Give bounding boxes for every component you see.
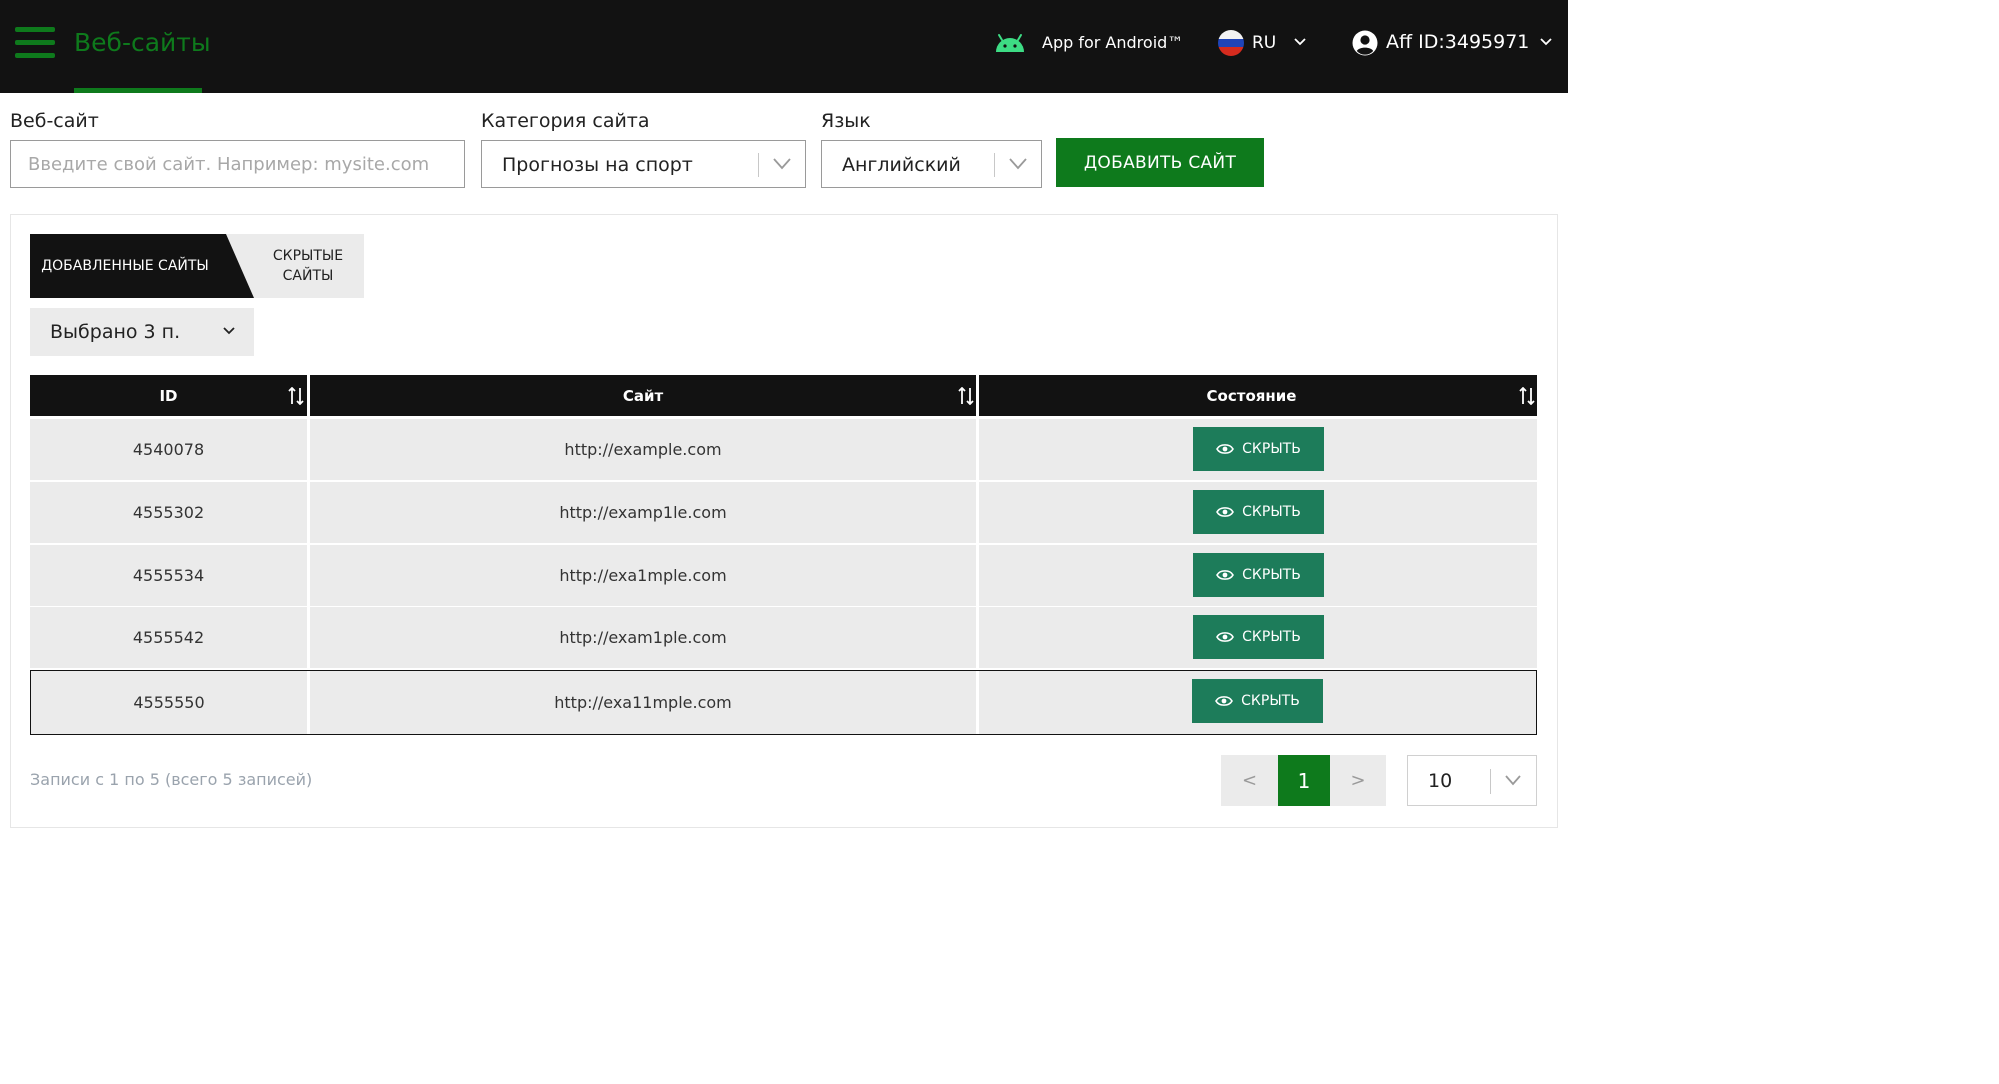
hide-button-label: СКРЫТЬ — [1241, 693, 1300, 709]
cell-id: 4540078 — [132, 440, 205, 459]
chevron-down-icon[interactable] — [1540, 38, 1552, 46]
hide-button-label: СКРЫТЬ — [1242, 504, 1301, 520]
column-selector[interactable]: Выбрано 3 п. — [30, 308, 254, 356]
eye-icon — [1216, 507, 1235, 517]
column-header-status[interactable]: Состояние — [979, 375, 1524, 416]
column-divider — [976, 671, 979, 734]
cell-site: http://exa11mple.com — [554, 693, 732, 712]
hide-site-button[interactable]: СКРЫТЬ — [1193, 615, 1324, 659]
website-label: Веб-сайт — [10, 110, 99, 132]
android-icon[interactable] — [994, 32, 1026, 54]
hide-site-button[interactable]: СКРЫТЬ — [1193, 553, 1324, 597]
cell-id: 4555542 — [132, 628, 205, 647]
chevron-down-icon[interactable] — [1505, 775, 1521, 786]
cell-site: http://examp1le.com — [559, 503, 727, 522]
sort-icon[interactable] — [1519, 387, 1535, 405]
table-row[interactable]: 4555302 http://examp1le.com СКРЫТЬ — [30, 482, 1537, 543]
next-page-button[interactable]: > — [1330, 755, 1386, 806]
site-tabs: ДОБАВЛЕННЫЕ САЙТЫ СКРЫТЫЕ САЙТЫ — [30, 234, 364, 298]
chevron-down-icon[interactable] — [1009, 158, 1027, 170]
eye-icon — [1216, 570, 1235, 580]
page-title: Веб-сайты — [74, 28, 211, 57]
table-row[interactable]: 4540078 http://example.com СКРЫТЬ — [30, 419, 1537, 480]
current-page-button[interactable]: 1 — [1278, 755, 1330, 806]
cell-id: 4555550 — [133, 693, 205, 712]
active-section-indicator — [74, 88, 202, 93]
column-header-id[interactable]: ID — [30, 375, 307, 416]
chevron-down-icon[interactable] — [1294, 38, 1306, 46]
hide-site-button[interactable]: СКРЫТЬ — [1193, 490, 1324, 534]
website-input[interactable] — [10, 140, 465, 188]
language-value: Английский — [842, 154, 961, 176]
sort-icon[interactable] — [958, 387, 974, 405]
add-site-button[interactable]: ДОБАВИТЬ САЙТ — [1056, 138, 1264, 187]
tab-added-sites[interactable]: ДОБАВЛЕННЫЕ САЙТЫ — [30, 234, 220, 298]
hide-site-button[interactable]: СКРЫТЬ — [1193, 427, 1324, 471]
column-divider — [976, 545, 979, 606]
language-label: Язык — [821, 110, 871, 132]
select-divider — [994, 153, 995, 177]
top-bar: Веб-сайты App for Android™ RU Aff ID:349… — [0, 0, 1568, 93]
per-page-select[interactable]: 10 — [1407, 755, 1537, 806]
prev-page-button[interactable]: < — [1221, 755, 1278, 806]
sort-icon[interactable] — [288, 387, 304, 405]
hide-button-label: СКРЫТЬ — [1242, 441, 1301, 457]
cell-site: http://exam1ple.com — [559, 628, 727, 647]
language-selector[interactable]: RU — [1252, 33, 1276, 53]
category-value: Прогнозы на спорт — [502, 154, 693, 176]
column-divider — [976, 419, 979, 480]
column-divider — [976, 607, 979, 668]
column-divider — [976, 482, 979, 543]
table-row[interactable]: 4555542 http://exam1ple.com СКРЫТЬ — [30, 607, 1537, 668]
select-divider — [758, 153, 759, 177]
cell-id: 4555534 — [132, 566, 205, 585]
hide-button-label: СКРЫТЬ — [1242, 629, 1301, 645]
eye-icon — [1215, 696, 1234, 706]
cell-site: http://example.com — [564, 440, 722, 459]
user-account-icon[interactable] — [1352, 30, 1378, 56]
android-app-link[interactable]: App for Android™ — [1042, 33, 1183, 52]
table-header: ID Сайт Состояние — [30, 375, 1537, 416]
hide-site-button[interactable]: СКРЫТЬ — [1192, 679, 1323, 723]
chevron-down-icon[interactable] — [773, 158, 791, 170]
chevron-down-icon[interactable] — [223, 327, 235, 335]
per-page-value: 10 — [1428, 770, 1453, 792]
hamburger-menu-icon[interactable] — [15, 27, 55, 59]
column-selector-value: Выбрано 3 п. — [50, 321, 181, 343]
category-select[interactable]: Прогнозы на спорт — [481, 140, 806, 188]
eye-icon — [1216, 444, 1235, 454]
records-info: Записи с 1 по 5 (всего 5 записей) — [30, 770, 313, 789]
cell-site: http://exa1mple.com — [559, 566, 727, 585]
category-label: Категория сайта — [481, 110, 650, 132]
language-select[interactable]: Английский — [821, 140, 1042, 188]
hide-button-label: СКРЫТЬ — [1242, 567, 1301, 583]
table-row[interactable]: 4555534 http://exa1mple.com СКРЫТЬ — [30, 545, 1537, 606]
column-header-site[interactable]: Сайт — [310, 375, 976, 416]
eye-icon — [1216, 632, 1235, 642]
russia-flag-icon[interactable] — [1218, 30, 1244, 56]
select-divider — [1490, 769, 1491, 794]
tab-hidden-sites[interactable]: СКРЫТЫЕ САЙТЫ — [252, 234, 364, 298]
affiliate-id[interactable]: Aff ID:3495971 — [1386, 31, 1529, 53]
cell-id: 4555302 — [132, 503, 205, 522]
table-row-selected[interactable]: 4555550 http://exa11mple.com СКРЫТЬ — [30, 670, 1537, 735]
